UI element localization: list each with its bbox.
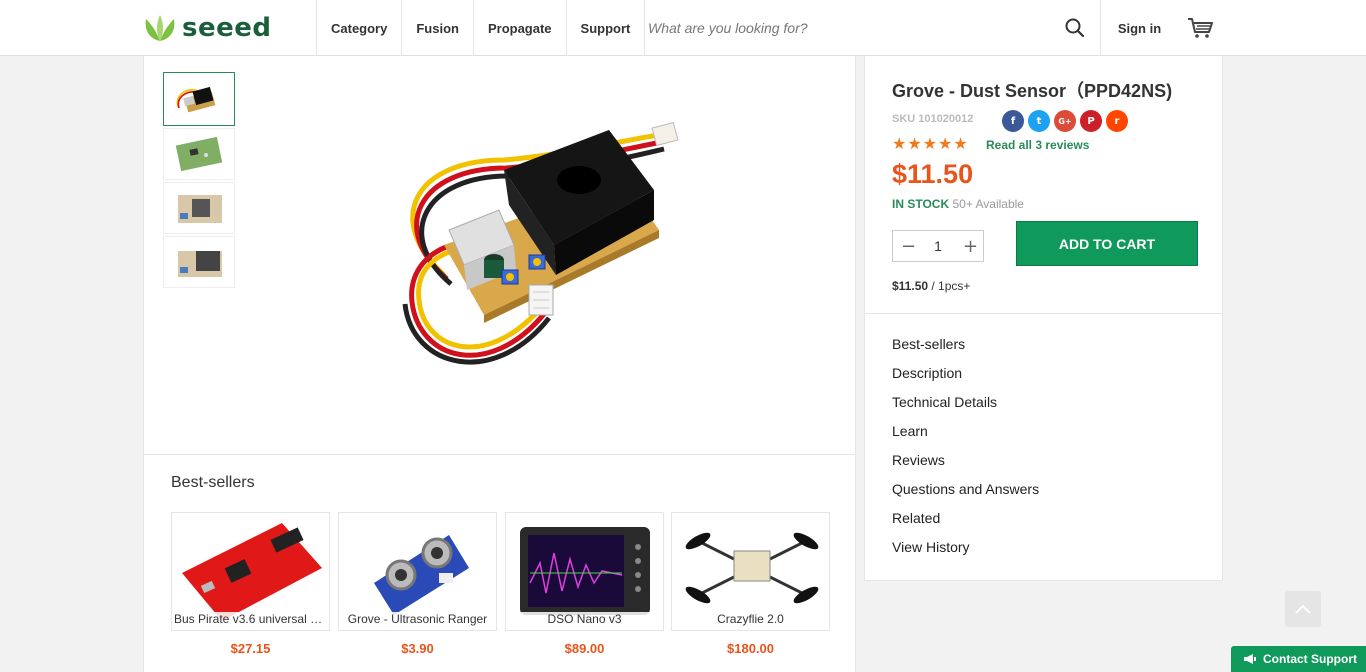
sensor-back-thumb-image bbox=[178, 195, 222, 223]
product-sku: SKU 101020012 bbox=[892, 113, 974, 125]
product-info-panel: Grove - Dust Sensor（PPD42NS) SKU 1010200… bbox=[864, 56, 1223, 314]
contact-support-label: Contact Support bbox=[1263, 652, 1357, 666]
seeed-logo[interactable]: seeed bbox=[142, 12, 272, 44]
in-stock-label: IN STOCK bbox=[892, 197, 950, 211]
bestseller-price: $27.15 bbox=[230, 641, 271, 656]
product-main-image bbox=[324, 70, 744, 400]
add-to-cart-button[interactable]: ADD TO CART bbox=[1016, 221, 1198, 266]
thumbnail-2[interactable] bbox=[163, 128, 235, 180]
bestseller-image-box[interactable]: Crazyflie 2.0 bbox=[671, 512, 830, 631]
thumbnail-3[interactable] bbox=[163, 182, 235, 234]
dust-sensor-thumb-image bbox=[176, 86, 216, 113]
bestseller-image-box[interactable]: Grove - Ultrasonic Ranger bbox=[338, 512, 497, 631]
pcb-thumb-image bbox=[175, 136, 223, 172]
product-gallery bbox=[143, 56, 856, 455]
pinterest-icon[interactable]: P bbox=[1080, 110, 1102, 132]
logo-wordmark: seeed bbox=[182, 13, 272, 43]
quantity-value[interactable]: 1 bbox=[934, 238, 942, 254]
star-icon: ★ bbox=[922, 134, 938, 153]
reddit-icon[interactable]: r bbox=[1106, 110, 1128, 132]
product-section-menu: Best-sellers Description Technical Detai… bbox=[864, 313, 1223, 581]
twitter-icon[interactable]: t bbox=[1028, 110, 1050, 132]
cart-icon[interactable] bbox=[1186, 16, 1214, 40]
stock-available: 50+ Available bbox=[952, 197, 1024, 211]
bestseller-name: DSO Nano v3 bbox=[506, 612, 663, 626]
bestseller-name: Bus Pirate v3.6 universal serial interfa… bbox=[172, 612, 329, 626]
thumbnail-list bbox=[163, 72, 235, 290]
bestseller-card[interactable]: Grove - Ultrasonic Ranger $3.90 bbox=[338, 512, 497, 656]
leaf-logo-icon bbox=[145, 15, 175, 41]
bestseller-name: Crazyflie 2.0 bbox=[672, 612, 829, 626]
bestseller-price: $3.90 bbox=[401, 641, 434, 656]
thumbnail-4[interactable] bbox=[163, 236, 235, 288]
bestseller-card[interactable]: Crazyflie 2.0 $180.00 bbox=[671, 512, 830, 656]
rating-stars: ★ ★ ★ ★ ★ bbox=[892, 135, 968, 153]
bestseller-image-box[interactable]: Bus Pirate v3.6 universal serial interfa… bbox=[171, 512, 330, 631]
star-icon: ★ bbox=[938, 134, 953, 153]
bestseller-image-box[interactable]: DSO Nano v3 bbox=[505, 512, 664, 631]
bestseller-card[interactable]: Bus Pirate v3.6 universal serial interfa… bbox=[171, 512, 330, 656]
menu-item-learn[interactable]: Learn bbox=[865, 423, 1222, 452]
menu-item-view-history[interactable]: View History bbox=[865, 539, 1222, 568]
product-price: $11.50 bbox=[892, 159, 974, 189]
unit-price-value: $11.50 bbox=[892, 279, 929, 293]
bestsellers-section: Best-sellers Bus Pirate v3.6 universal s… bbox=[143, 455, 856, 672]
menu-item-related[interactable]: Related bbox=[865, 510, 1222, 539]
social-share-buttons: f t G+ P r bbox=[1002, 110, 1128, 132]
plus-icon[interactable]: + bbox=[963, 236, 978, 257]
minus-icon[interactable]: − bbox=[901, 236, 916, 257]
search-icon[interactable] bbox=[1064, 17, 1086, 39]
bestseller-price: $180.00 bbox=[727, 641, 774, 656]
nav-fusion[interactable]: Fusion bbox=[401, 0, 473, 56]
star-icon: ★ bbox=[953, 134, 968, 153]
nav-propagate[interactable]: Propagate bbox=[472, 0, 566, 56]
sign-in-link[interactable]: Sign in bbox=[1100, 0, 1178, 56]
stock-status: IN STOCK 50+ Available bbox=[892, 197, 1024, 211]
contact-support-button[interactable]: Contact Support bbox=[1231, 646, 1366, 672]
chevron-up-icon bbox=[1295, 604, 1311, 614]
product-title: Grove - Dust Sensor（PPD42NS) bbox=[892, 81, 1173, 101]
search-bar bbox=[630, 0, 1100, 56]
bestseller-price: $89.00 bbox=[564, 641, 605, 656]
scroll-to-top-button[interactable] bbox=[1285, 591, 1321, 627]
star-icon: ★ bbox=[892, 134, 907, 153]
menu-item-technical-details[interactable]: Technical Details bbox=[865, 394, 1222, 423]
thumbnail-1[interactable] bbox=[163, 72, 235, 126]
menu-item-reviews[interactable]: Reviews bbox=[865, 452, 1222, 481]
bestseller-card[interactable]: DSO Nano v3 $89.00 bbox=[505, 512, 664, 656]
quantity-stepper: − 1 + bbox=[892, 230, 984, 262]
main-nav: Category Fusion Propagate Support bbox=[316, 0, 646, 56]
read-reviews-link[interactable]: Read all 3 reviews bbox=[986, 138, 1089, 152]
menu-item-best-sellers[interactable]: Best-sellers bbox=[865, 336, 1222, 365]
facebook-icon[interactable]: f bbox=[1002, 110, 1024, 132]
sensor-side-thumb-image bbox=[178, 251, 222, 277]
menu-item-description[interactable]: Description bbox=[865, 365, 1222, 394]
search-input[interactable] bbox=[648, 20, 1048, 36]
menu-item-questions-answers[interactable]: Questions and Answers bbox=[865, 481, 1222, 510]
unit-price: $11.50 / 1pcs+ bbox=[892, 279, 970, 293]
bestsellers-title: Best-sellers bbox=[171, 474, 255, 491]
unit-price-suffix: / 1pcs+ bbox=[928, 279, 971, 293]
site-header: seeed Category Fusion Propagate Support … bbox=[0, 0, 1366, 56]
bestseller-name: Grove - Ultrasonic Ranger bbox=[339, 612, 496, 626]
megaphone-icon bbox=[1244, 654, 1256, 664]
google-plus-icon[interactable]: G+ bbox=[1054, 110, 1076, 132]
star-icon: ★ bbox=[907, 134, 922, 153]
nav-category[interactable]: Category bbox=[316, 0, 401, 56]
